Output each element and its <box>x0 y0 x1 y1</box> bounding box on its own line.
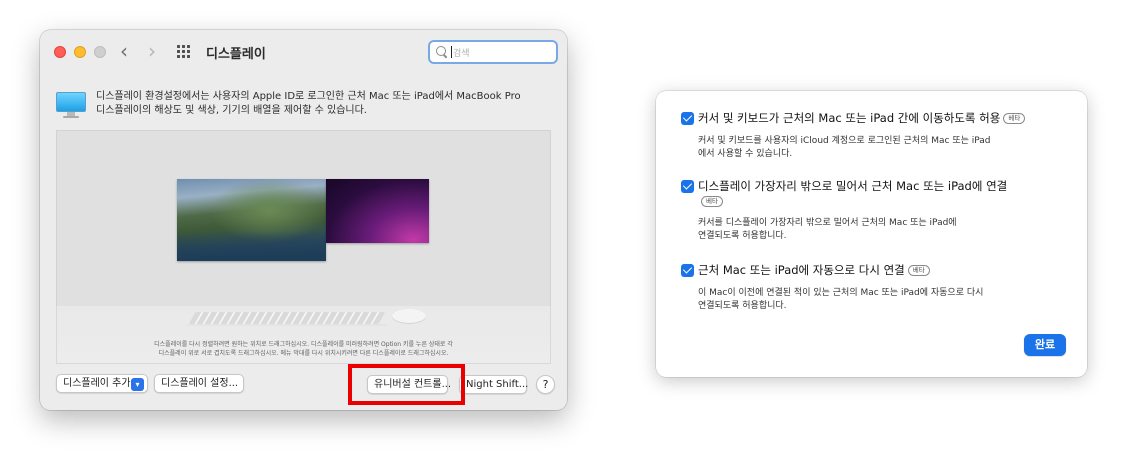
add-display-button[interactable]: 디스플레이 추가 ▾ <box>56 374 148 393</box>
desc-line-2: 연결되도록 허용합니다. <box>698 231 787 241</box>
info-row: 디스플레이 환경설정에서는 사용자의 Apple ID로 로그인한 근처 Mac… <box>56 90 556 122</box>
main-display-thumbnail[interactable] <box>177 179 326 261</box>
beta-badge: 베타 <box>1003 113 1026 124</box>
option-title-text: 커서 및 키보드가 근처의 Mac 또는 iPad 간에 이동하도록 허용 <box>698 111 1001 125</box>
info-text: 디스플레이 환경설정에서는 사용자의 Apple ID로 로그인한 근처 Mac… <box>96 90 566 118</box>
checkbox-icon[interactable] <box>681 180 694 193</box>
keyboard-mouse-area: 디스플레이를 다시 정렬하려면 원하는 위치로 드래그하십시오. 디스플레이를 … <box>56 306 551 364</box>
option-description: 커서를 디스플레이 가장자리 밖으로 밀어서 근처의 Mac 또는 iPad에 … <box>698 217 1058 243</box>
option-title: 커서 및 키보드가 근처의 Mac 또는 iPad 간에 이동하도록 허용 베타 <box>698 111 1068 126</box>
search-placeholder: 검색 <box>453 48 470 59</box>
title-bar: ‹ › 디스플레이 검색 <box>40 30 567 74</box>
checkbox-icon[interactable] <box>681 264 694 277</box>
highlight-box <box>348 364 465 405</box>
add-display-label: 디스플레이 추가 <box>63 378 131 389</box>
help-line-1: 디스플레이를 다시 정렬하려면 원하는 위치로 드래그하십시오. 디스플레이를 … <box>154 341 453 348</box>
option-title-text: 근처 Mac 또는 iPad에 자동으로 다시 연결 <box>698 263 905 277</box>
info-line-2: 디스플레이의 해상도 및 색상, 기기의 배열을 제어할 수 있습니다. <box>96 105 367 116</box>
window-title: 디스플레이 <box>206 47 266 62</box>
desc-line-2: 에서 사용할 수 있습니다. <box>698 149 793 159</box>
option-title: 디스플레이 가장자리 밖으로 밀어서 근처 Mac 또는 iPad에 연결 <box>698 179 1068 194</box>
text-caret <box>451 46 452 58</box>
done-button[interactable]: 완료 <box>1024 334 1066 356</box>
desc-line-1: 커서를 디스플레이 가장자리 밖으로 밀어서 근처의 Mac 또는 iPad에 <box>698 218 957 228</box>
mouse-illustration <box>392 309 426 324</box>
option-title: 근처 Mac 또는 iPad에 자동으로 다시 연결 베타 <box>698 263 1068 278</box>
desc-line-1: 커서 및 키보드를 사용자의 iCloud 계정으로 로그인된 근처의 Mac … <box>698 136 991 146</box>
show-all-grid-icon[interactable] <box>177 45 193 59</box>
help-button[interactable]: ? <box>536 375 555 394</box>
option-title-text: 디스플레이 가장자리 밖으로 밀어서 근처 Mac 또는 iPad에 연결 <box>698 179 1008 193</box>
search-icon <box>436 46 448 58</box>
info-line-1: 디스플레이 환경설정에서는 사용자의 Apple ID로 로그인한 근처 Mac… <box>96 91 521 102</box>
secondary-display-thumbnail[interactable] <box>326 179 429 243</box>
night-shift-button[interactable]: Night Shift... <box>459 375 528 394</box>
search-field[interactable]: 검색 <box>428 40 558 64</box>
keyboard-edge <box>187 324 387 326</box>
displays-preferences-window: ‹ › 디스플레이 검색 디스플레이 환경설정에서는 사용자의 Apple ID… <box>40 30 567 410</box>
beta-badge: 베타 <box>701 196 723 207</box>
help-line-2: 디스플레이 위로 서로 겹치도록 드래그하십시오. 메뉴 막대를 다시 위치시키… <box>158 350 449 357</box>
display-arrangement-area <box>56 130 551 306</box>
beta-badge: 베타 <box>907 265 930 276</box>
keyboard-illustration <box>188 312 386 324</box>
option-description: 커서 및 키보드를 사용자의 iCloud 계정으로 로그인된 근처의 Mac … <box>698 135 1058 161</box>
display-settings-button[interactable]: 디스플레이 설정... <box>154 374 244 393</box>
desc-line-1: 이 Mac이 이전에 연결된 적이 있는 근처의 Mac 또는 iPad에 자동… <box>698 288 984 298</box>
close-window-button[interactable] <box>54 46 66 58</box>
minimize-window-button[interactable] <box>74 46 86 58</box>
desc-line-2: 연결되도록 허용합니다. <box>698 301 787 311</box>
back-button[interactable]: ‹ <box>120 39 128 63</box>
monitor-icon <box>56 92 86 118</box>
zoom-window-button[interactable] <box>94 46 106 58</box>
option-description: 이 Mac이 이전에 연결된 적이 있는 근처의 Mac 또는 iPad에 자동… <box>698 287 1058 313</box>
chevron-down-icon[interactable]: ▾ <box>131 378 144 391</box>
universal-control-sheet: 커서 및 키보드가 근처의 Mac 또는 iPad 간에 이동하도록 허용 베타 … <box>656 91 1087 377</box>
checkbox-icon[interactable] <box>681 112 694 125</box>
arrangement-help-text: 디스플레이를 다시 정렬하려면 원하는 위치로 드래그하십시오. 디스플레이를 … <box>57 340 550 358</box>
forward-button[interactable]: › <box>148 39 156 63</box>
